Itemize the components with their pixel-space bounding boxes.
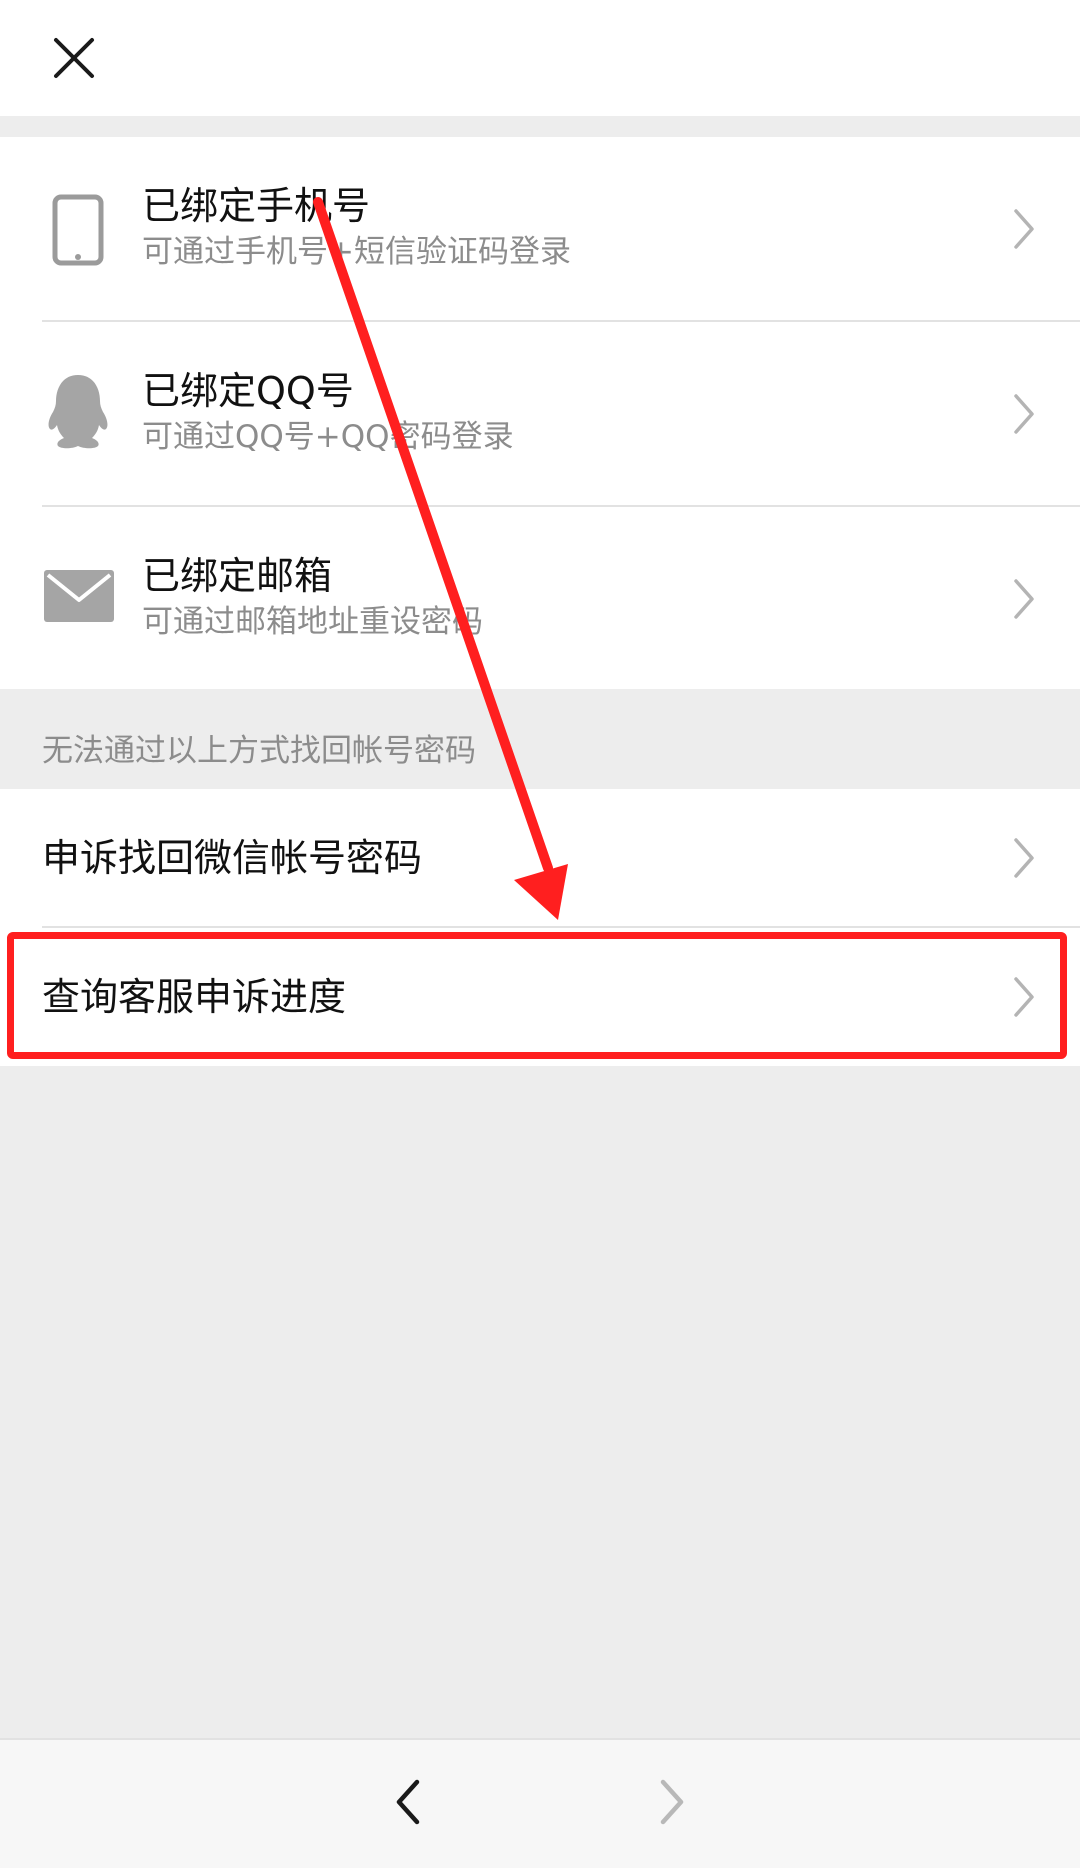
- item-title: 申诉找回微信帐号密码: [42, 836, 423, 880]
- top-bar: [0, 0, 1080, 116]
- item-title: 已绑定邮箱: [142, 554, 333, 598]
- close-button[interactable]: [38, 22, 110, 94]
- qq-icon: [44, 371, 112, 451]
- item-subtitle: 可通过QQ号+QQ密码登录: [142, 419, 514, 455]
- account-recovery-page: 已绑定手机号 可通过手机号+短信验证码登录 已绑定QQ号 可通过QQ号+QQ密码…: [0, 0, 1080, 1868]
- close-icon: [54, 38, 94, 78]
- item-title: 查询客服申诉进度: [42, 975, 347, 1019]
- recovery-methods-list: 已绑定手机号 可通过手机号+短信验证码登录 已绑定QQ号 可通过QQ号+QQ密码…: [0, 137, 1080, 689]
- item-subtitle: 可通过邮箱地址重设密码: [142, 604, 483, 640]
- forward-arrow-icon: [660, 1779, 684, 1825]
- back-arrow-icon: [396, 1779, 420, 1825]
- item-title: 已绑定QQ号: [142, 369, 354, 413]
- appeal-recover-account-item[interactable]: 申诉找回微信帐号密码: [0, 789, 1080, 926]
- chevron-right-icon: [1014, 977, 1034, 1017]
- forward-button[interactable]: [632, 1762, 712, 1842]
- chevron-right-icon: [1014, 394, 1034, 434]
- chevron-right-icon: [1014, 579, 1034, 619]
- bound-phone-item[interactable]: 已绑定手机号 可通过手机号+短信验证码登录: [0, 137, 1080, 320]
- bottom-nav-bar: [0, 1738, 1080, 1868]
- item-title: 已绑定手机号: [142, 184, 371, 228]
- appeal-list: 申诉找回微信帐号密码 查询客服申诉进度: [0, 789, 1080, 1066]
- chevron-right-icon: [1014, 838, 1034, 878]
- chevron-right-icon: [1014, 209, 1034, 249]
- section-label: 无法通过以上方式找回帐号密码: [42, 733, 476, 769]
- bound-email-item[interactable]: 已绑定邮箱 可通过邮箱地址重设密码: [0, 507, 1080, 689]
- item-subtitle: 可通过手机号+短信验证码登录: [142, 234, 571, 270]
- phone-icon: [50, 194, 106, 266]
- bound-qq-item[interactable]: 已绑定QQ号 可通过QQ号+QQ密码登录: [0, 322, 1080, 505]
- mail-icon: [44, 569, 114, 623]
- appeal-progress-item[interactable]: 查询客服申诉进度: [0, 928, 1080, 1066]
- back-button[interactable]: [368, 1762, 448, 1842]
